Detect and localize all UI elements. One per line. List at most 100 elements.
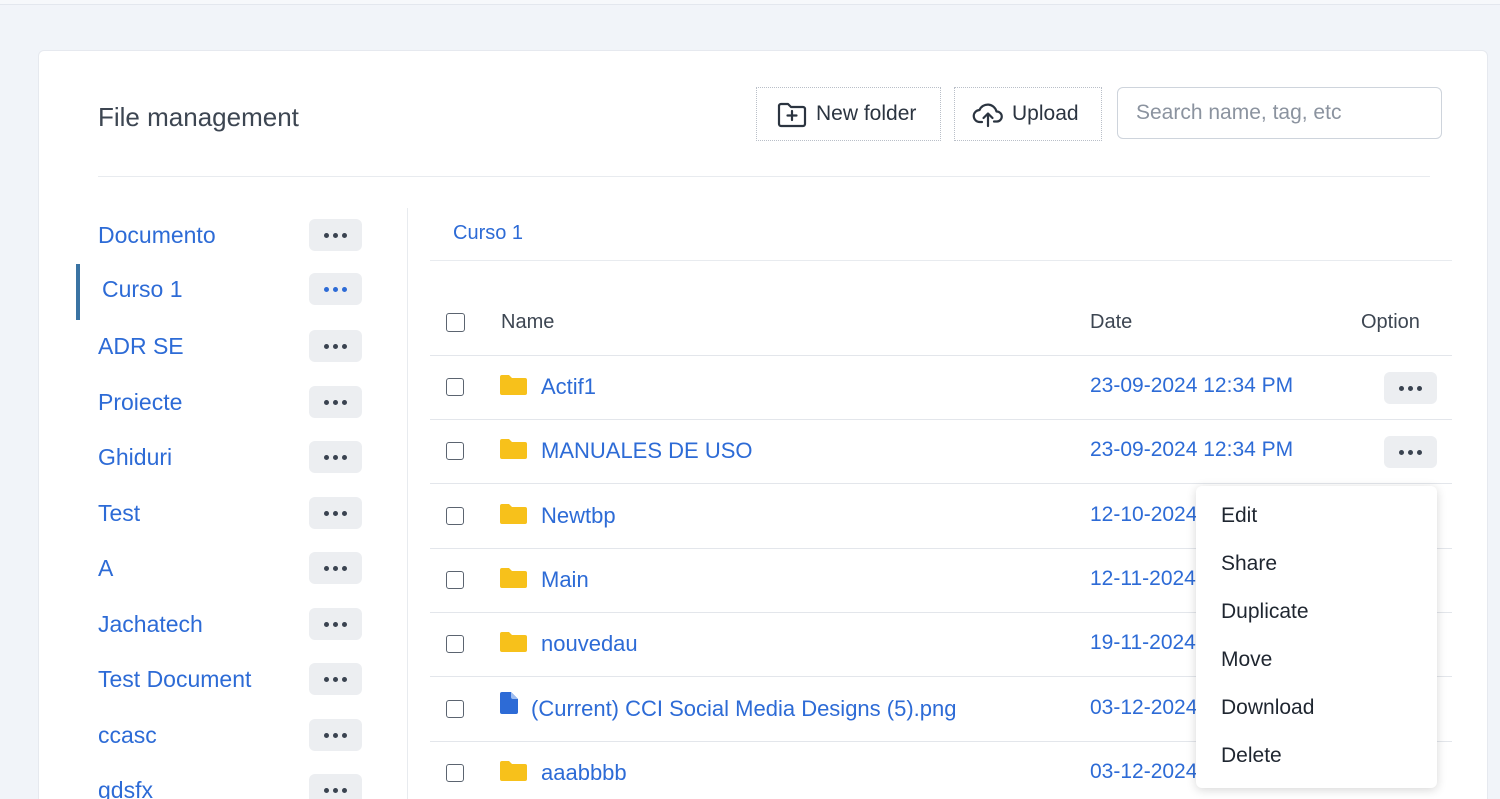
row-options-button[interactable] <box>1384 436 1437 468</box>
more-options-button[interactable] <box>309 719 362 751</box>
sidebar-item-a[interactable]: A <box>76 543 366 593</box>
folder-icon <box>500 632 527 652</box>
row-checkbox[interactable] <box>446 442 464 460</box>
sidebar-item-documento[interactable]: Documento <box>76 210 366 260</box>
column-header-option: Option <box>1361 311 1420 333</box>
new-folder-icon <box>777 102 807 128</box>
sidebar-item-gdsfx[interactable]: gdsfx <box>76 765 366 799</box>
sidebar-item-label: ADR SE <box>98 332 184 359</box>
more-icon <box>324 676 329 682</box>
sidebar-item-label: A <box>98 554 114 581</box>
sidebar-item-proiecte[interactable]: Proiecte <box>76 377 366 427</box>
folder-icon <box>500 761 527 781</box>
item-name[interactable]: Actif1 <box>541 374 596 400</box>
breadcrumb[interactable]: Curso 1 <box>453 222 523 245</box>
more-options-button[interactable] <box>309 497 362 529</box>
sidebar-item-label: Test <box>98 499 141 526</box>
file-icon <box>500 692 518 714</box>
new-folder-label: New folder <box>816 102 917 125</box>
new-folder-button[interactable]: New folder <box>756 87 941 141</box>
more-icon <box>324 343 329 349</box>
menu-item-duplicate[interactable]: Duplicate <box>1221 600 1309 624</box>
sidebar-item-jachatech[interactable]: Jachatech <box>76 599 366 649</box>
column-header-date[interactable]: Date <box>1090 311 1132 334</box>
more-icon <box>1399 385 1404 391</box>
more-options-button[interactable] <box>309 663 362 695</box>
more-options-button[interactable] <box>309 330 362 362</box>
menu-item-move[interactable]: Move <box>1221 648 1272 672</box>
row-checkbox[interactable] <box>446 764 464 782</box>
more-icon <box>324 399 329 405</box>
sidebar-item-curso-1[interactable]: Curso 1 <box>76 264 366 320</box>
item-date: 03-12-2024 <box>1090 760 1198 783</box>
row-checkbox[interactable] <box>446 507 464 525</box>
search-input[interactable] <box>1117 87 1442 139</box>
more-options-button[interactable] <box>309 441 362 473</box>
more-icon <box>324 454 329 460</box>
more-icon <box>324 787 329 793</box>
row-checkbox[interactable] <box>446 700 464 718</box>
folder-icon <box>500 568 527 588</box>
more-icon <box>324 286 329 292</box>
menu-item-edit[interactable]: Edit <box>1221 504 1257 528</box>
row-checkbox[interactable] <box>446 571 464 589</box>
context-menu: Edit Share Duplicate Move Download Delet… <box>1196 486 1437 788</box>
item-name[interactable]: nouvedau <box>541 631 638 657</box>
sidebar-item-label: Curso 1 <box>102 275 183 302</box>
table-row[interactable]: Actif1 23-09-2024 12:34 PM <box>430 356 1452 420</box>
folder-icon <box>500 375 527 395</box>
item-date: 19-11-2024 <box>1090 631 1196 654</box>
cloud-upload-icon <box>972 103 1003 128</box>
sidebar-item-label: Test Document <box>98 665 252 692</box>
upload-button[interactable]: Upload <box>954 87 1102 141</box>
row-options-button[interactable] <box>1384 372 1437 404</box>
more-options-button[interactable] <box>309 774 362 799</box>
sidebar-item-label: Ghiduri <box>98 443 173 470</box>
item-date: 23-09-2024 12:34 PM <box>1090 374 1294 397</box>
top-bar <box>0 0 1500 5</box>
sidebar-item-label: gdsfx <box>98 776 153 799</box>
sidebar-item-label: Documento <box>98 221 216 248</box>
more-options-button[interactable] <box>309 552 362 584</box>
item-name[interactable]: MANUALES DE USO <box>541 438 753 464</box>
sidebar-item-label: ccasc <box>98 721 157 748</box>
folder-icon <box>500 439 527 459</box>
sidebar-item-ghiduri[interactable]: Ghiduri <box>76 432 366 482</box>
item-date: 03-12-2024 <box>1090 696 1198 719</box>
sidebar-item-label: Jachatech <box>98 610 203 637</box>
more-icon <box>324 232 329 238</box>
file-management-card: File management New folder Upload Docume… <box>38 50 1488 799</box>
item-name[interactable]: (Current) CCI Social Media Designs (5).p… <box>531 696 957 722</box>
more-options-button[interactable] <box>309 608 362 640</box>
more-options-button[interactable] <box>309 386 362 418</box>
menu-item-download[interactable]: Download <box>1221 696 1314 720</box>
sidebar-item-ccasc[interactable]: ccasc <box>76 710 366 760</box>
item-date: 23-09-2024 12:34 PM <box>1090 438 1294 461</box>
item-name[interactable]: aaabbbb <box>541 760 627 786</box>
sidebar-item-adr-se[interactable]: ADR SE <box>76 321 366 371</box>
breadcrumb-divider <box>430 260 1452 261</box>
select-all-checkbox[interactable] <box>446 313 465 332</box>
more-options-button[interactable] <box>309 273 362 305</box>
column-header-name[interactable]: Name <box>501 311 554 334</box>
row-checkbox[interactable] <box>446 378 464 396</box>
item-date: 12-10-2024 <box>1090 503 1198 526</box>
more-icon <box>324 621 329 627</box>
menu-item-share[interactable]: Share <box>1221 552 1277 576</box>
sidebar-item-label: Proiecte <box>98 388 183 415</box>
item-name[interactable]: Main <box>541 567 589 593</box>
table-row[interactable]: MANUALES DE USO 23-09-2024 12:34 PM <box>430 420 1452 484</box>
item-date: 12-11-2024 <box>1090 567 1196 590</box>
menu-item-delete[interactable]: Delete <box>1221 744 1282 768</box>
page-title: File management <box>98 102 299 132</box>
sidebar-item-test-document[interactable]: Test Document <box>76 654 366 704</box>
more-icon <box>324 732 329 738</box>
item-name[interactable]: Newtbp <box>541 503 616 529</box>
row-checkbox[interactable] <box>446 635 464 653</box>
more-icon <box>1399 449 1404 455</box>
sidebar-divider <box>407 208 408 799</box>
sidebar-item-test[interactable]: Test <box>76 488 366 538</box>
more-options-button[interactable] <box>309 219 362 251</box>
table-header: Name Date Option <box>430 291 1452 356</box>
header-divider <box>98 176 1430 177</box>
